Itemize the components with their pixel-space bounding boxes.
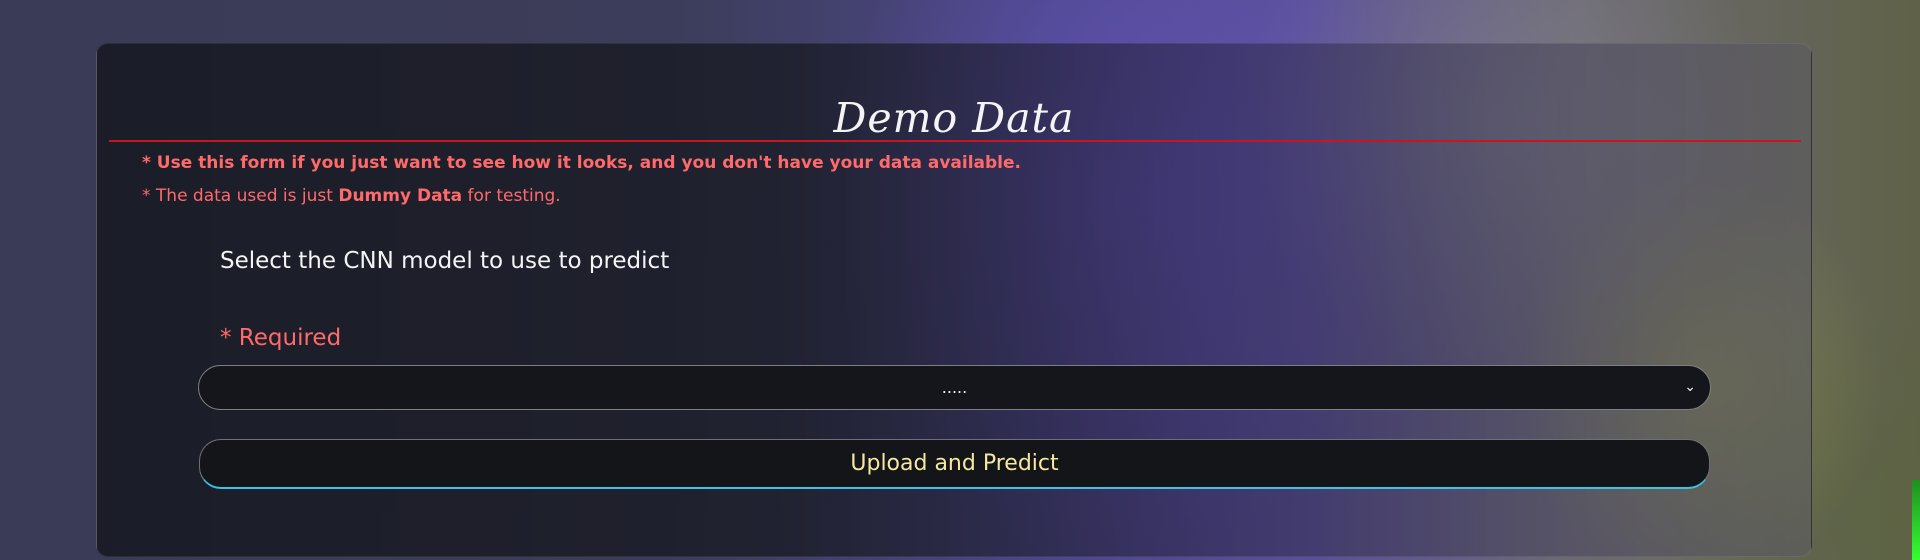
model-select[interactable]: ..... ⌄ (198, 365, 1711, 410)
dummy-data-note-strong: Dummy Data (338, 186, 463, 206)
chevron-down-icon[interactable]: ⌄ (1684, 366, 1696, 409)
dummy-data-note: * The data used is just Dummy Data for t… (142, 186, 561, 206)
required-indicator: * Required (220, 325, 342, 351)
model-select-box[interactable]: ..... ⌄ (198, 365, 1711, 410)
dummy-data-note-suffix: for testing. (462, 186, 561, 206)
demo-data-card: Demo Data * Use this form if you just wa… (96, 43, 1812, 557)
model-select-label: Select the CNN model to use to predict (220, 248, 670, 274)
upload-and-predict-button[interactable]: Upload and Predict (199, 439, 1710, 489)
usage-note: * Use this form if you just want to see … (142, 153, 1021, 173)
title-divider (109, 140, 1801, 142)
dummy-data-note-prefix: * The data used is just (142, 186, 339, 206)
right-edge-accent (1912, 480, 1920, 560)
card-title: Demo Data (833, 94, 1075, 142)
model-select-value: ..... (941, 378, 968, 397)
